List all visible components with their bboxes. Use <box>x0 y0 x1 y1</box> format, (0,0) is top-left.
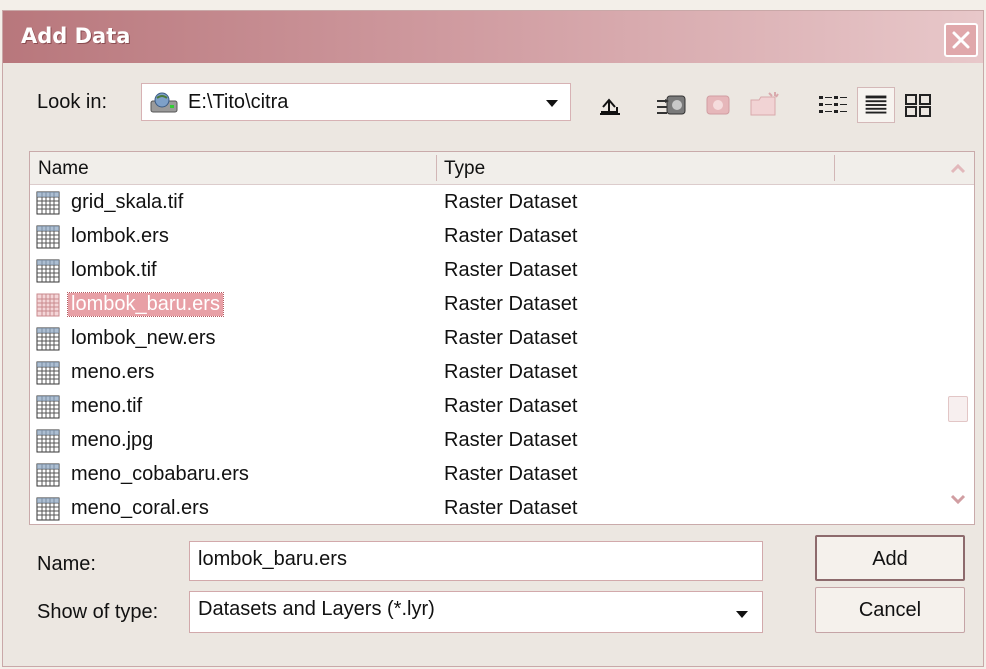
window-title: Add Data <box>21 24 131 48</box>
close-button[interactable] <box>944 23 978 57</box>
raster-icon <box>36 361 60 385</box>
list-header: Name Type <box>30 152 974 185</box>
cancel-button[interactable]: Cancel <box>815 587 965 633</box>
list-item[interactable]: meno_cobabaru.ers Raster Dataset <box>30 458 950 492</box>
file-type: Raster Dataset <box>444 293 578 315</box>
file-name: grid_skala.tif <box>71 191 184 213</box>
raster-icon <box>36 497 60 521</box>
look-in-label: Look in: <box>37 91 108 113</box>
list-item[interactable]: grid_skala.tif Raster Dataset <box>30 186 950 220</box>
file-type: Raster Dataset <box>444 395 578 417</box>
list-item[interactable]: lombok.ers Raster Dataset <box>30 220 950 254</box>
title-bar[interactable]: Add Data <box>3 11 983 63</box>
type-select[interactable]: Datasets and Layers (*.lyr) <box>189 591 763 633</box>
file-name: meno.ers <box>71 361 155 383</box>
raster-icon <box>36 191 60 215</box>
file-type: Raster Dataset <box>444 463 578 485</box>
file-name: meno_cobabaru.ers <box>71 463 249 485</box>
list-item[interactable]: meno_coral.ers Raster Dataset <box>30 492 950 526</box>
connect-folder-icon[interactable] <box>653 87 691 123</box>
column-divider[interactable] <box>436 155 437 181</box>
show-of-type-label: Show of type: <box>37 601 159 623</box>
raster-icon <box>36 327 60 351</box>
list-item[interactable]: lombok_new.ers Raster Dataset <box>30 322 950 356</box>
type-value: Datasets and Layers (*.lyr) <box>198 598 435 620</box>
file-name: meno.jpg <box>71 429 154 451</box>
column-divider[interactable] <box>834 155 835 181</box>
chevron-down-icon[interactable] <box>540 91 564 115</box>
file-type: Raster Dataset <box>444 259 578 281</box>
file-type: Raster Dataset <box>444 225 578 247</box>
file-name: lombok_new.ers <box>71 327 216 349</box>
name-value: lombok_baru.ers <box>198 548 347 570</box>
up-one-level-icon[interactable] <box>591 87 629 123</box>
details-view-icon[interactable] <box>857 87 895 123</box>
disconnect-folder-icon <box>706 95 730 115</box>
list-item-selected[interactable]: lombok_baru.ers Raster Dataset <box>30 288 950 322</box>
raster-icon <box>36 395 60 419</box>
look-in-path: E:\Tito\citra <box>188 91 289 113</box>
file-type: Raster Dataset <box>444 497 578 519</box>
thumbnails-view-icon[interactable] <box>899 87 937 123</box>
file-name: meno_coral.ers <box>71 497 209 519</box>
list-item[interactable]: meno.tif Raster Dataset <box>30 390 950 424</box>
file-list[interactable]: Name Type grid_skala.tif Raster Dataset … <box>29 151 975 525</box>
column-header-type[interactable]: Type <box>444 158 485 180</box>
list-item[interactable]: meno.ers Raster Dataset <box>30 356 950 390</box>
raster-icon <box>36 463 60 487</box>
scroll-down-icon[interactable] <box>946 488 970 510</box>
file-name: lombok_baru.ers <box>67 292 224 317</box>
raster-icon <box>36 225 60 249</box>
list-item[interactable]: meno.jpg Raster Dataset <box>30 424 950 458</box>
scroll-up-icon[interactable] <box>946 158 970 180</box>
list-item[interactable]: lombok.tif Raster Dataset <box>30 254 950 288</box>
close-icon <box>952 31 970 49</box>
column-header-name[interactable]: Name <box>38 158 89 180</box>
file-type: Raster Dataset <box>444 327 578 349</box>
file-name: meno.tif <box>71 395 143 417</box>
new-folder-icon <box>750 92 779 116</box>
file-name: lombok.ers <box>71 225 169 247</box>
look-in-dropdown[interactable]: E:\Tito\citra <box>141 83 571 121</box>
vertical-scrollbar[interactable] <box>944 152 974 524</box>
drive-icon <box>150 92 178 113</box>
scrollbar-thumb[interactable] <box>948 396 968 422</box>
name-label: Name: <box>37 553 96 575</box>
add-data-dialog: Add Data Look in: E:\Tito\citra Name Typ… <box>2 10 984 667</box>
file-name: lombok.tif <box>71 259 157 281</box>
chevron-down-icon[interactable] <box>730 602 754 626</box>
add-button[interactable]: Add <box>815 535 965 581</box>
file-type: Raster Dataset <box>444 191 578 213</box>
file-type: Raster Dataset <box>444 361 578 383</box>
raster-icon <box>36 293 60 317</box>
raster-icon <box>36 429 60 453</box>
raster-icon <box>36 259 60 283</box>
file-type: Raster Dataset <box>444 429 578 451</box>
list-view-icon[interactable] <box>813 87 851 123</box>
name-field[interactable]: lombok_baru.ers <box>189 541 763 581</box>
